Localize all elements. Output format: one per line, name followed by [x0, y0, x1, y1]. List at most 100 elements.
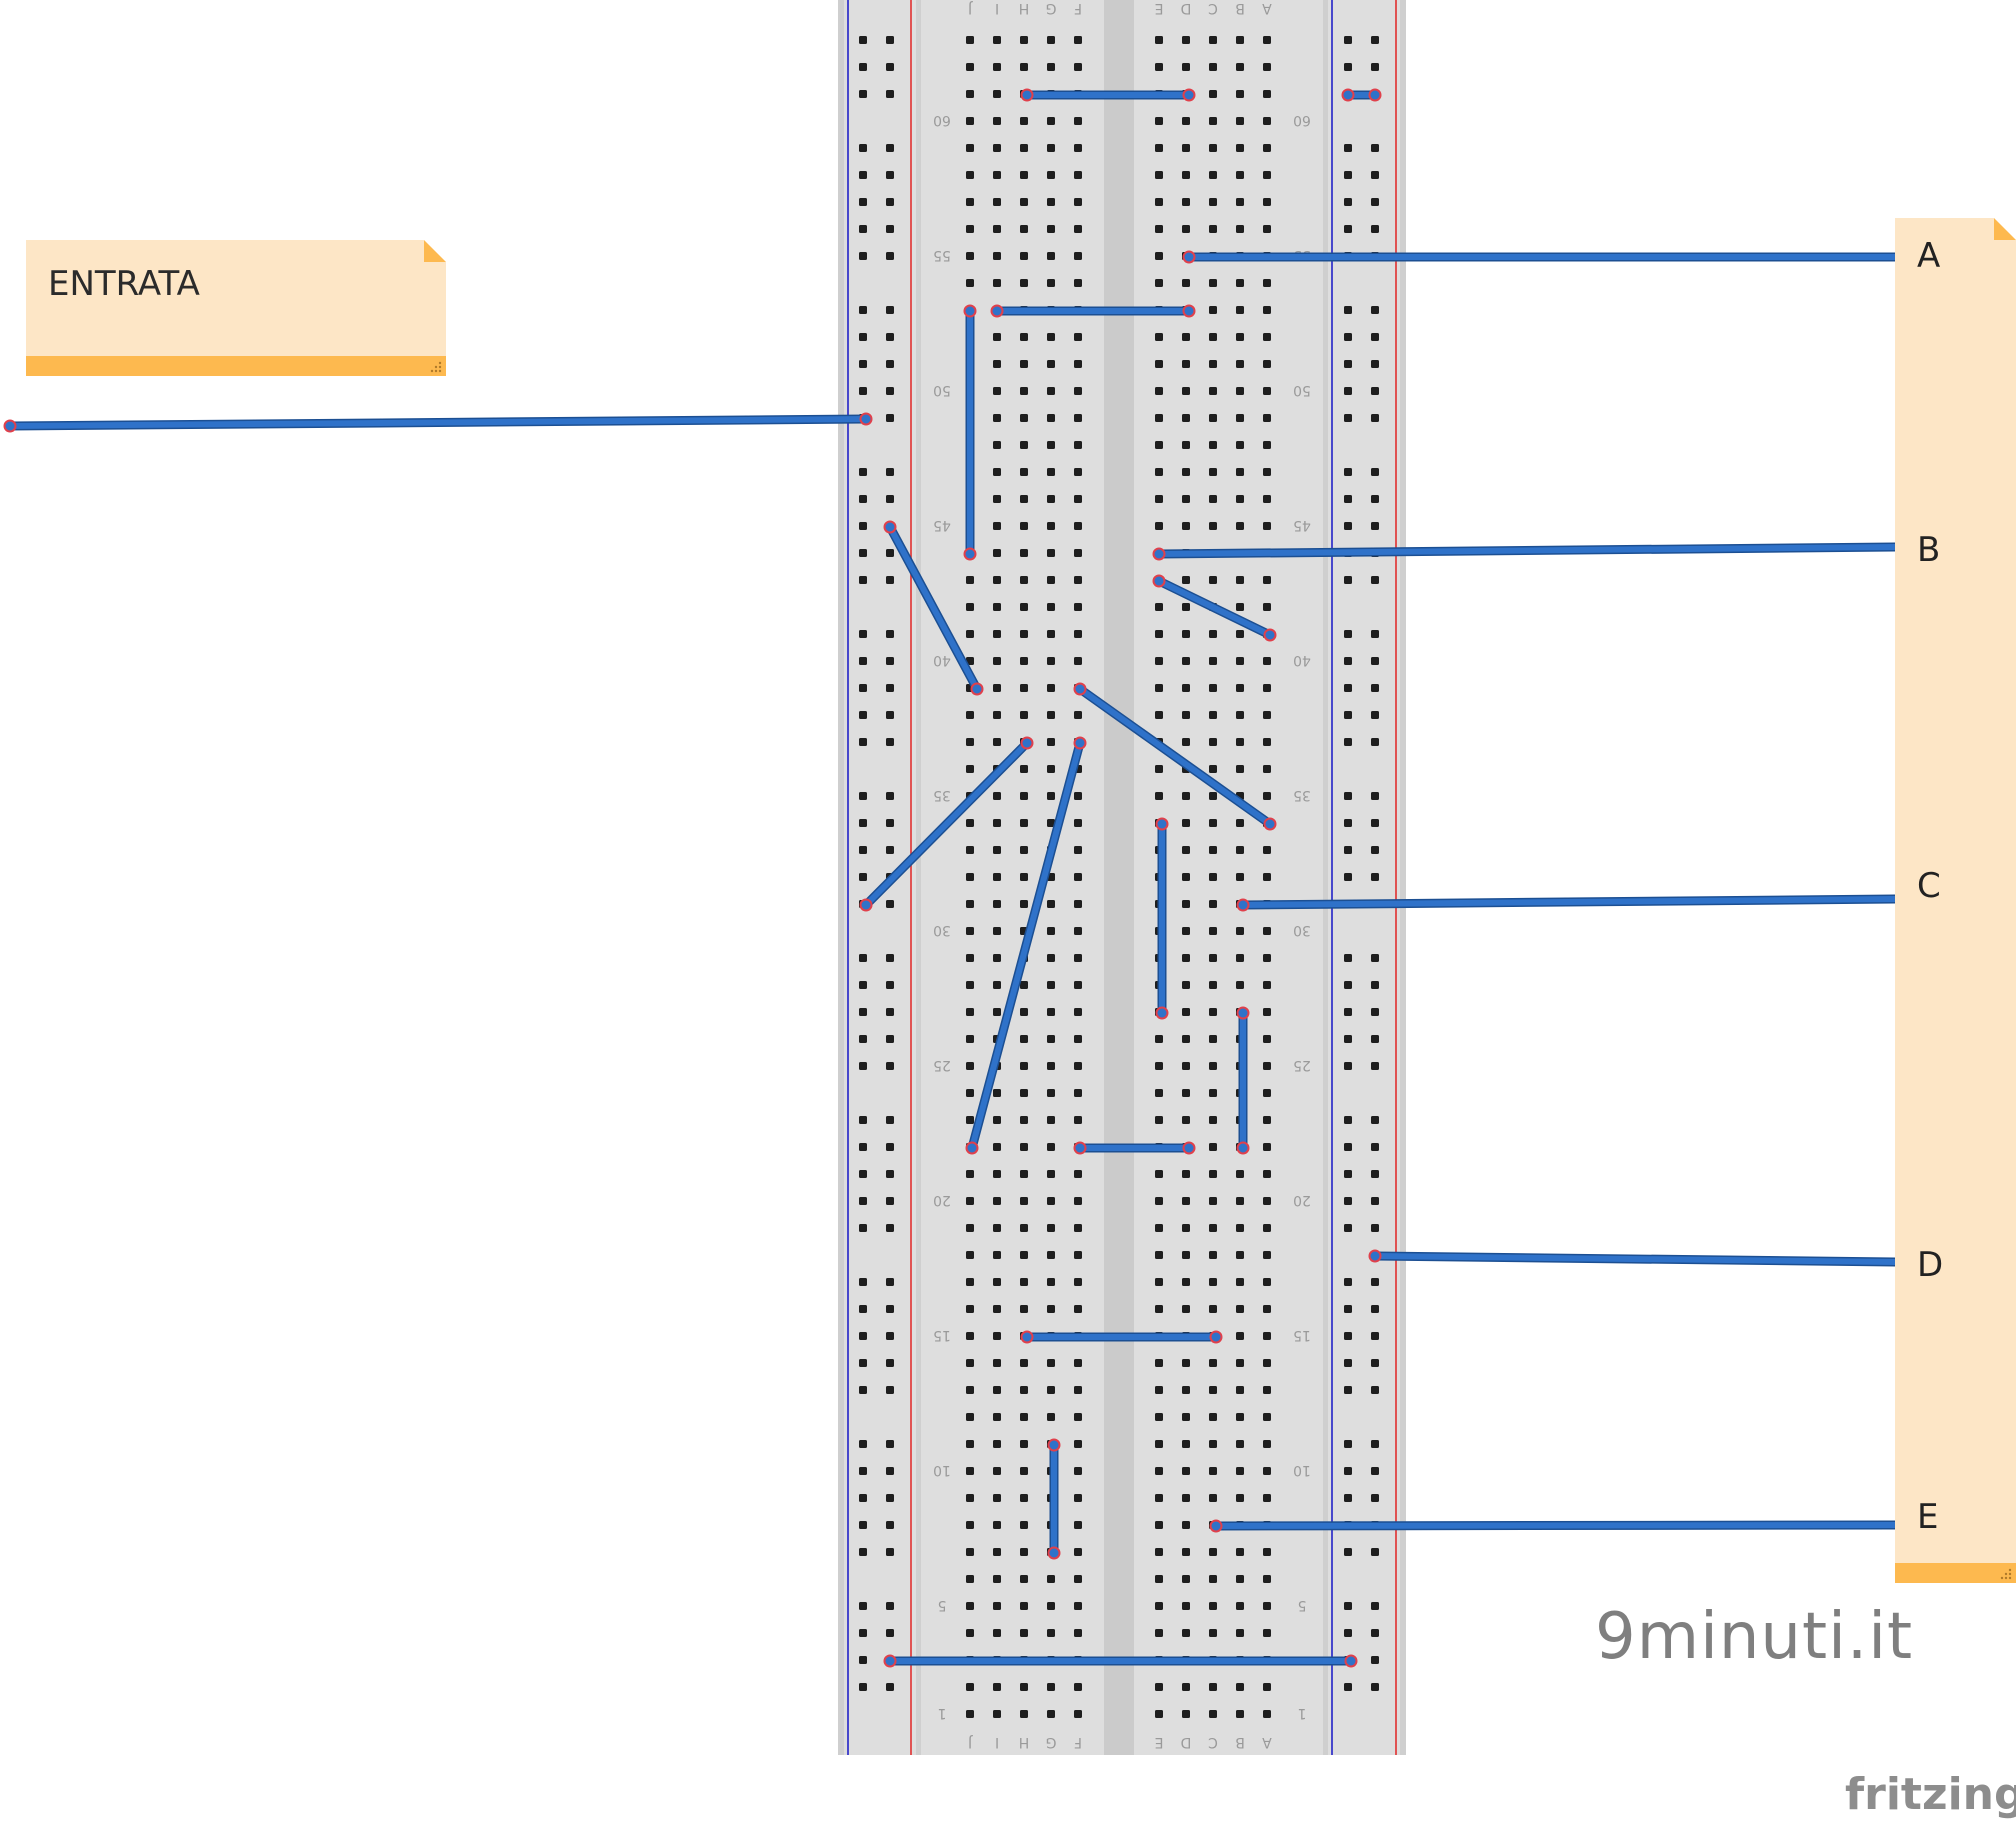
- rail-hole: [886, 144, 894, 152]
- terminal-hole: [1047, 1008, 1055, 1016]
- terminal-hole: [993, 576, 1001, 584]
- column-letter: C: [1208, 0, 1218, 16]
- terminal-hole: [1236, 117, 1244, 125]
- terminal-hole: [1074, 468, 1082, 476]
- wire-end: [1341, 88, 1355, 102]
- terminal-hole: [1074, 900, 1082, 908]
- rail-hole: [859, 1602, 867, 1610]
- terminal-hole: [966, 900, 974, 908]
- terminal-hole: [1020, 846, 1028, 854]
- terminal-hole: [993, 441, 1001, 449]
- output-label-a: A: [1917, 236, 1941, 276]
- rail-hole: [1371, 1170, 1379, 1178]
- terminal-hole: [1074, 873, 1082, 881]
- terminal-hole: [993, 819, 1001, 827]
- rail-hole: [886, 711, 894, 719]
- wire-end: [1368, 88, 1382, 102]
- rail-hole: [859, 333, 867, 341]
- terminal-hole: [1182, 846, 1190, 854]
- row-number: 20: [1293, 1192, 1311, 1208]
- terminal-hole: [1074, 495, 1082, 503]
- terminal-hole: [1209, 117, 1217, 125]
- terminal-hole: [993, 1494, 1001, 1502]
- terminal-hole: [1047, 1278, 1055, 1286]
- rail-hole: [859, 1386, 867, 1394]
- terminal-hole: [1263, 981, 1271, 989]
- resize-grip-icon[interactable]: [428, 361, 442, 373]
- terminal-hole: [1263, 495, 1271, 503]
- terminal-hole: [1155, 522, 1163, 530]
- rail-hole: [859, 360, 867, 368]
- terminal-hole: [1182, 900, 1190, 908]
- terminal-hole: [966, 1602, 974, 1610]
- rail-hole: [886, 846, 894, 854]
- terminal-hole: [1020, 1413, 1028, 1421]
- output-label-e: E: [1917, 1497, 1939, 1537]
- terminal-hole: [1020, 819, 1028, 827]
- terminal-hole: [1209, 981, 1217, 989]
- terminal-hole: [1155, 1278, 1163, 1286]
- rail-hole: [1344, 1143, 1352, 1151]
- rail-hole: [1344, 846, 1352, 854]
- terminal-hole: [1155, 765, 1163, 773]
- rail-hole: [1344, 711, 1352, 719]
- terminal-hole: [966, 1197, 974, 1205]
- terminal-hole: [1020, 630, 1028, 638]
- rail-hole: [886, 225, 894, 233]
- input-note[interactable]: ENTRATA: [26, 240, 446, 376]
- rail-hole: [1371, 36, 1379, 44]
- terminal-hole: [1182, 819, 1190, 827]
- terminal-hole: [1074, 657, 1082, 665]
- terminal-hole: [1047, 387, 1055, 395]
- terminal-hole: [1263, 1089, 1271, 1097]
- row-number: 25: [933, 1057, 951, 1073]
- terminal-hole: [1209, 441, 1217, 449]
- rail-hole: [1371, 225, 1379, 233]
- terminal-hole: [1047, 792, 1055, 800]
- terminal-hole: [966, 144, 974, 152]
- terminal-hole: [1182, 63, 1190, 71]
- output-note[interactable]: [1895, 218, 2016, 1583]
- terminal-hole: [1047, 198, 1055, 206]
- terminal-hole: [966, 1251, 974, 1259]
- rail-hole: [1344, 1386, 1352, 1394]
- rail-hole: [859, 1170, 867, 1178]
- terminal-hole: [1155, 1224, 1163, 1232]
- row-number: 30: [1293, 922, 1311, 938]
- resize-grip-icon[interactable]: [1998, 1568, 2012, 1580]
- terminal-hole: [1182, 1521, 1190, 1529]
- terminal-hole: [1155, 630, 1163, 638]
- terminal-hole: [1209, 1278, 1217, 1286]
- watermark: 9minuti.it: [1595, 1600, 1914, 1674]
- wire-end: [859, 898, 873, 912]
- terminal-hole: [1236, 1575, 1244, 1583]
- terminal-hole: [1263, 1467, 1271, 1475]
- terminal-hole: [1074, 1467, 1082, 1475]
- terminal-hole: [1182, 1386, 1190, 1394]
- terminal-hole: [966, 252, 974, 260]
- terminal-hole: [1047, 468, 1055, 476]
- rail-hole: [859, 549, 867, 557]
- terminal-hole: [993, 1332, 1001, 1340]
- terminal-hole: [1236, 387, 1244, 395]
- terminal-hole: [1209, 306, 1217, 314]
- rail-hole: [859, 1278, 867, 1286]
- terminal-hole: [1236, 279, 1244, 287]
- terminal-hole: [1020, 900, 1028, 908]
- terminal-hole: [1182, 1548, 1190, 1556]
- rail-hole: [1344, 1278, 1352, 1286]
- terminal-hole: [966, 873, 974, 881]
- wire-end: [1236, 898, 1250, 912]
- terminal-hole: [1263, 1305, 1271, 1313]
- terminal-hole: [1209, 819, 1217, 827]
- rail-hole: [886, 900, 894, 908]
- terminal-hole: [1209, 954, 1217, 962]
- terminal-hole: [1209, 333, 1217, 341]
- rail-hole: [886, 1224, 894, 1232]
- terminal-hole: [1074, 1413, 1082, 1421]
- terminal-hole: [1074, 1602, 1082, 1610]
- rail-hole: [886, 1683, 894, 1691]
- rail-hole: [886, 1602, 894, 1610]
- terminal-hole: [966, 1089, 974, 1097]
- terminal-hole: [1047, 522, 1055, 530]
